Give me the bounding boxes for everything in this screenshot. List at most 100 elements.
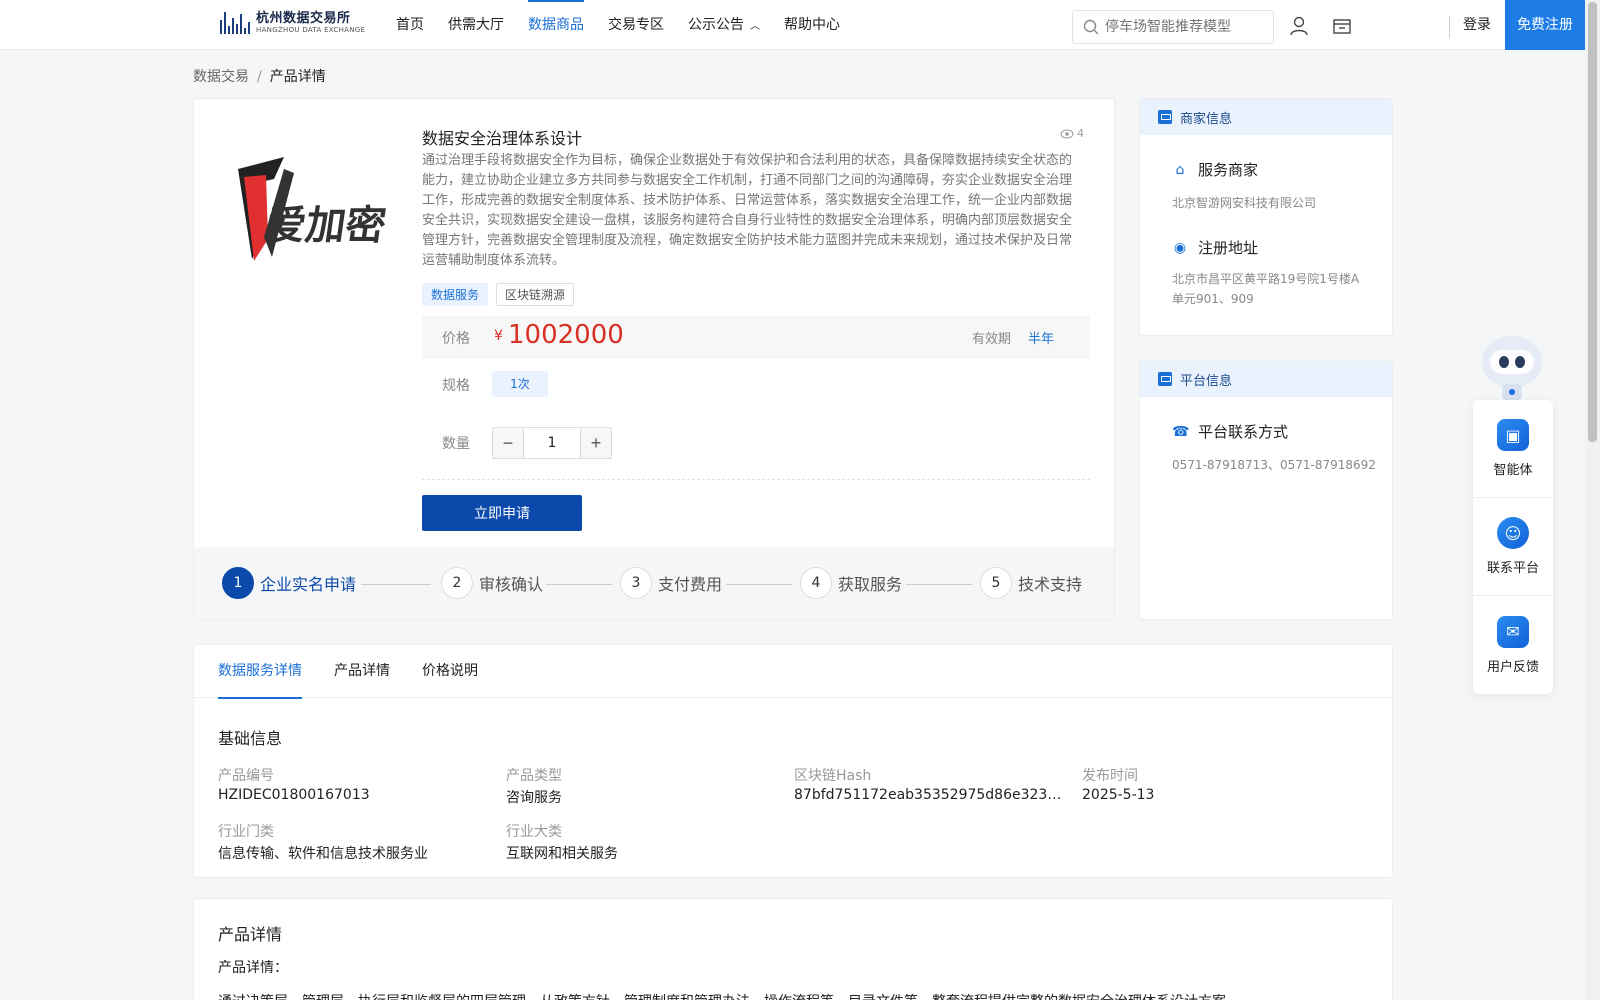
platform-header-label: 平台信息 [1180,373,1233,389]
header-divider [1449,16,1450,38]
phone-icon: ☎ [1172,423,1190,440]
float-panel: ▣ 智能体 ☺ 联系平台 ✉ 用户反馈 [1473,400,1553,694]
tag-blockchain[interactable]: 区块链溯源 [496,283,575,306]
user-icon[interactable] [1288,15,1310,37]
merchant-header-label: 商家信息 [1180,111,1233,127]
product-logo-text: 爱加密 [263,203,389,249]
step-3-label: 支付费用 [658,575,723,594]
main-nav: 首页 供需大厅 数据商品 交易专区 公示公告 ︿ 帮助中心 [396,0,864,50]
step-connector [361,584,431,585]
spec-option[interactable]: 1次 [492,371,548,397]
industry-class-value: 互联网和相关服务 [506,846,618,862]
product-type-value: 咨询服务 [506,790,562,806]
step-connector [906,584,972,585]
industry-category-value: 信息传输、软件和信息技术服务业 [218,846,428,862]
basic-info-title: 基础信息 [218,729,283,748]
contact-title: ☎ 平台联系方式 [1172,421,1288,442]
tab-product-detail[interactable]: 产品详情 [334,645,390,698]
view-count: 4 [1060,127,1084,140]
float-feedback[interactable]: ✉ 用户反馈 [1473,596,1553,694]
site-logo[interactable]: 杭州数据交易所 HANGZHOU DATA EXCHANGE [220,12,365,34]
minus-icon[interactable]: − [493,428,523,458]
step-1: 1 企业实名申请 [222,567,356,599]
apply-button[interactable]: 立即申请 [422,495,582,531]
step-1-number: 1 [222,567,254,599]
address-value: 北京市昌平区黄平路19号院1号楼A单元901、909 [1172,272,1360,306]
float-agent[interactable]: ▣ 智能体 [1473,400,1553,498]
price-label: 价格 [442,331,470,347]
validity-value: 半年 [1028,332,1055,347]
price-bar: 价格 ¥ 1002000 有效期 半年 [422,316,1090,359]
float-agent-label: 智能体 [1493,463,1533,478]
validity-label: 有效期 [972,332,1012,347]
breadcrumb-root[interactable]: 数据交易 [193,69,249,85]
tab-service-detail[interactable]: 数据服务详情 [218,645,302,699]
logo-mark-icon [220,12,250,34]
product-logo-image: 爱加密 [238,157,389,261]
breadcrumb: 数据交易 / 产品详情 [193,66,326,86]
divider [422,479,1090,480]
step-1-label: 企业实名申请 [260,575,357,594]
quantity-value[interactable]: 1 [523,428,581,458]
publish-time-label: 发布时间 [1082,768,1138,784]
step-3: 3 支付费用 [620,567,722,599]
product-detail-body: 通过决策层、管理层、执行层和监督层的四层管理，从政策方针、管理制度和管理办法、操… [218,991,1226,1000]
store-icon[interactable] [1331,15,1353,37]
step-2-label: 审核确认 [479,575,544,594]
step-connector [546,584,612,585]
process-steps: 1 企业实名申请 2 审核确认 3 支付费用 4 获取服务 5 技术支持 [194,547,1114,619]
register-button[interactable]: 免费注册 [1505,0,1585,50]
breadcrumb-separator: / [257,69,262,85]
plus-icon[interactable]: + [581,428,611,458]
location-pin-icon: ◉ [1173,239,1187,256]
merchant-header: 商家信息 [1140,99,1392,135]
breadcrumb-current: 产品详情 [269,69,326,85]
step-4-number: 4 [800,567,832,599]
step-2-number: 2 [441,567,473,599]
eye-icon [1060,129,1074,138]
step-4-label: 获取服务 [838,575,903,594]
product-type-label: 产品类型 [506,768,562,784]
float-contact-label: 联系平台 [1486,561,1539,576]
nav-demand-hall[interactable]: 供需大厅 [448,0,504,50]
step-connector [726,584,792,585]
blockchain-hash-value: 87bfd751172eab35352975d86e32334bfa... [794,787,1068,803]
nav-home[interactable]: 首页 [396,0,424,50]
industry-class-label: 行业大类 [506,824,562,840]
float-contact[interactable]: ☺ 联系平台 [1473,498,1553,596]
product-id-value: HZIDEC01800167013 [218,787,370,803]
float-feedback-label: 用户反馈 [1486,659,1539,675]
platform-icon [1158,372,1172,386]
address-title: ◉ 注册地址 [1172,237,1258,258]
currency-symbol: ¥ [494,328,503,344]
headset-icon: ☺ [1497,517,1529,549]
step-5: 5 技术支持 [980,567,1082,599]
nav-trade-zone[interactable]: 交易专区 [608,0,664,50]
tab-price-info[interactable]: 价格说明 [422,645,478,698]
platform-card: 平台信息 ☎ 平台联系方式 0571-87918713、0571-87918692 [1139,360,1393,620]
product-detail-subtitle: 产品详情： [218,960,288,976]
product-detail-card: 产品详情 产品详情： 通过决策层、管理层、执行层和监督层的四层管理，从政策方针、… [193,898,1393,1000]
tag-data-service[interactable]: 数据服务 [422,283,489,306]
provider-label: 服务商家 [1198,161,1259,179]
nav-announcements[interactable]: 公示公告 ︿ [688,0,760,50]
page-scrollbar[interactable] [1585,0,1600,1000]
quantity-label: 数量 [442,436,470,452]
nav-help-center[interactable]: 帮助中心 [784,0,840,50]
search-box[interactable] [1072,10,1274,44]
contact-label: 平台联系方式 [1198,423,1289,441]
product-card: 爱加密 数据安全治理体系设计 4 通过治理手段将数据安全作为目标，确保企业数据处… [193,98,1115,620]
login-link[interactable]: 登录 [1463,0,1491,50]
nav-data-products[interactable]: 数据商品 [528,0,584,50]
detail-card: 数据服务详情 产品详情 价格说明 基础信息 产品编号 HZIDEC0180016… [193,644,1393,878]
top-header: 杭州数据交易所 HANGZHOU DATA EXCHANGE 首页 供需大厅 数… [0,0,1585,50]
robot-assistant-icon[interactable] [1472,326,1552,406]
search-input[interactable] [1105,19,1265,35]
logo-title: 杭州数据交易所 [256,11,351,26]
view-count-value: 4 [1077,127,1084,140]
publish-time-value: 2025-5-13 [1082,787,1155,803]
search-icon [1083,19,1099,35]
scroll-thumb[interactable] [1588,2,1597,442]
product-id-label: 产品编号 [218,768,274,784]
logo-subtitle: HANGZHOU DATA EXCHANGE [256,26,366,34]
